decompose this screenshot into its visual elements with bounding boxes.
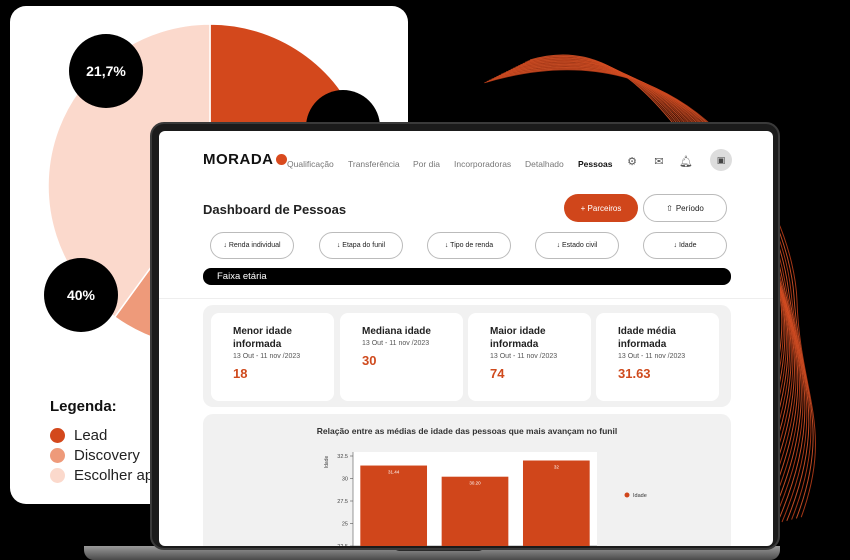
pie-label-escolher: 40% — [44, 258, 118, 332]
nav-link-incorporadoras[interactable]: Incorporadoras — [454, 159, 511, 169]
legend-item-discovery: Discovery — [50, 445, 162, 465]
page-title: Dashboard de Pessoas — [203, 202, 347, 217]
nav-link-por-dia[interactable]: Por dia — [413, 159, 440, 169]
bar — [522, 460, 590, 546]
chat-icon[interactable]: ✉ — [652, 155, 666, 169]
y-axis-label: Idade — [324, 456, 330, 469]
stats-panel: Menor idade informada 13 Out - 11 nov /2… — [203, 305, 731, 407]
bar — [360, 465, 428, 546]
faixa-etaria-bar[interactable]: Faixa etária — [203, 268, 731, 285]
stat-label: Maior idade informada — [490, 326, 546, 350]
parceiros-button[interactable]: + Parceiros — [564, 194, 638, 222]
stat-label: Menor idade informada — [233, 326, 292, 350]
y-tick-label: 25 — [342, 522, 348, 528]
stat-card-mediana: Mediana idade 13 Out - 11 nov /2023 30 — [340, 313, 463, 401]
chart-legend-label: Idade — [633, 493, 647, 499]
pie-legend: Legenda: Lead Discovery Escolher apê — [50, 398, 162, 485]
stat-label: Mediana idade — [362, 326, 431, 337]
top-nav: MORADA Qualificação Transferência Por di… — [159, 131, 773, 187]
y-tick-label: 32.5 — [337, 454, 348, 460]
legend-label: Lead — [74, 426, 108, 444]
y-tick-label: 30 — [342, 477, 348, 483]
avatar[interactable]: ▣ — [710, 149, 732, 171]
stat-date: 13 Out - 11 nov /2023 — [362, 340, 430, 347]
share-icon: ⇧ — [666, 203, 673, 213]
nav-link-transferencia[interactable]: Transferência — [348, 159, 400, 169]
nav-link-pessoas[interactable]: Pessoas — [578, 159, 613, 169]
filter-estado-civil[interactable]: ↓ Estado civil — [535, 232, 619, 259]
laptop-frame: MORADA Qualificação Transferência Por di… — [150, 122, 780, 550]
stat-label: Idade média informada — [618, 326, 676, 350]
bell-icon[interactable]: 🔔︎ — [679, 155, 693, 169]
laptop-screen: MORADA Qualificação Transferência Por di… — [159, 131, 773, 546]
periodo-button[interactable]: ⇧ Período — [643, 194, 727, 222]
gear-icon[interactable]: ⚙ — [625, 155, 639, 169]
divider — [159, 298, 773, 299]
filter-idade[interactable]: ↓ Idade — [643, 232, 727, 259]
stat-date: 13 Out - 11 nov /2023 — [618, 353, 686, 360]
legend-dot-escolher — [50, 467, 65, 483]
y-tick-label: 27.5 — [337, 499, 348, 505]
logo[interactable]: MORADA — [203, 151, 287, 168]
legend-label: Escolher apê — [74, 466, 162, 484]
stat-value: 31.63 — [618, 366, 651, 381]
bar — [441, 476, 509, 546]
legend-item-lead: Lead — [50, 425, 162, 445]
pie-label-discovery: 21,7% — [69, 34, 143, 108]
legend-item-escolher: Escolher apê — [50, 465, 162, 485]
nav-link-detalhado[interactable]: Detalhado — [525, 159, 564, 169]
stat-date: 13 Out - 11 nov /2023 — [233, 353, 301, 360]
logo-text: MORADA — [203, 151, 274, 168]
filter-renda-individual[interactable]: ↓ Renda individual — [210, 232, 294, 259]
stat-card-media: Idade média informada 13 Out - 11 nov /2… — [596, 313, 719, 401]
logo-icon — [275, 154, 287, 165]
chart-legend-dot — [624, 492, 630, 498]
stat-value: 74 — [490, 366, 505, 381]
stat-value: 18 — [233, 366, 248, 381]
bar-value-label: 30.20 — [469, 481, 481, 486]
legend-label: Discovery — [74, 446, 140, 464]
filter-etapa-funil[interactable]: ↓ Etapa do funil — [319, 232, 403, 259]
periodo-label: Período — [675, 203, 704, 213]
legend-title: Legenda: — [50, 398, 117, 415]
stat-date: 13 Out - 11 nov /2023 — [490, 353, 558, 360]
image-icon: ▣ — [716, 154, 726, 165]
legend-dot-discovery — [50, 447, 65, 463]
stat-card-menor: Menor idade informada 13 Out - 11 nov /2… — [211, 313, 334, 401]
stat-value: 30 — [362, 353, 377, 368]
bar-value-label: 32 — [554, 465, 560, 470]
filter-tipo-renda[interactable]: ↓ Tipo de renda — [427, 232, 511, 259]
nav-link-qualificacao[interactable]: Qualificação — [287, 159, 334, 169]
bar-chart-card: 22.52527.53032.5Idade31.4402 - Lead30.20… — [203, 414, 731, 546]
legend-dot-lead — [50, 427, 65, 443]
stat-card-maior: Maior idade informada 13 Out - 11 nov /2… — [468, 313, 591, 401]
chart-title: Relação entre as médias de idade das pes… — [316, 426, 618, 436]
bar-value-label: 31.44 — [388, 470, 400, 475]
y-tick-label: 22.5 — [337, 544, 348, 546]
